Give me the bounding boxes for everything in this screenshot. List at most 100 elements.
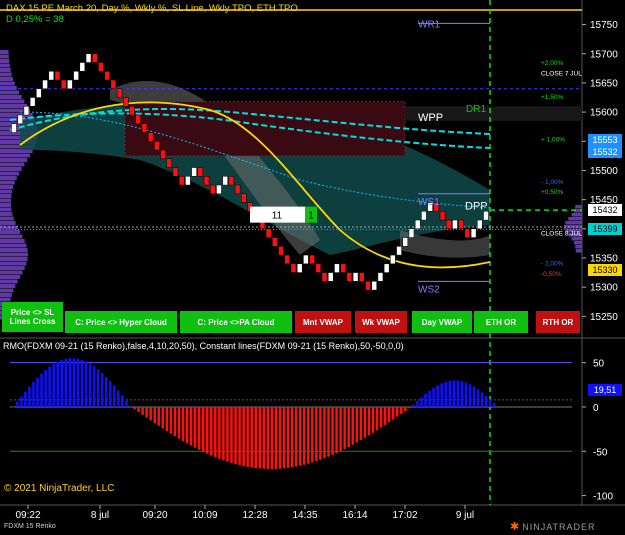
pct-label: CLOSE 8 JUL — [541, 230, 582, 237]
time-axis-label: 17:02 — [392, 510, 417, 521]
profile-bar — [0, 293, 12, 297]
osc-bar — [133, 406, 136, 410]
renko-brick — [216, 184, 222, 195]
osc-bar — [214, 406, 217, 458]
profile-bar — [0, 212, 13, 216]
osc-bar — [56, 361, 59, 407]
price-axis-label: 15750 — [590, 20, 618, 31]
osc-bar — [113, 385, 116, 407]
osc-bar — [36, 377, 39, 407]
profile-bar-right — [575, 249, 582, 253]
indicator-axis-label: 50 — [593, 359, 605, 370]
renko-brick — [334, 263, 340, 273]
osc-bar — [416, 401, 419, 407]
profile-bar — [0, 261, 27, 266]
signal-button-4[interactable]: Mnt VWAP — [295, 311, 351, 333]
renko-brick — [303, 254, 309, 265]
osc-bar — [319, 406, 322, 460]
osc-bar — [161, 406, 165, 429]
price-axis-label: 15650 — [590, 78, 618, 89]
renko-brick — [129, 106, 135, 116]
profile-bar — [0, 63, 10, 68]
chart-window[interactable]: 1575015700156501560015550155001545015400… — [0, 0, 625, 535]
indicator-title: RMO(FDXM 09-21 (15 Renko),false,4,10,20,… — [3, 341, 404, 351]
time-axis-label: 12:28 — [242, 510, 267, 521]
profile-bar — [0, 207, 12, 212]
time-axis-label: 16:14 — [342, 510, 367, 521]
profile-bar — [0, 203, 11, 207]
time-axis-label: 09:20 — [142, 510, 167, 521]
osc-bar — [343, 406, 346, 450]
osc-bar — [484, 395, 488, 407]
osc-bar — [448, 380, 451, 407]
renko-brick — [135, 114, 141, 125]
osc-bar — [412, 404, 415, 407]
profile-bar — [0, 194, 12, 198]
profile-bar — [0, 266, 25, 270]
osc-bar — [347, 406, 350, 447]
osc-bar — [210, 406, 213, 456]
profile-bar — [0, 275, 21, 279]
profile-bar — [0, 279, 18, 284]
renko-brick — [17, 114, 23, 125]
osc-bar — [250, 406, 253, 468]
renko-brick — [123, 97, 129, 107]
renko-brick — [321, 272, 328, 282]
profile-bar — [0, 270, 23, 275]
osc-bar — [432, 387, 435, 407]
renko-brick — [42, 79, 48, 90]
osc-bar — [387, 406, 391, 423]
renko-brick — [278, 246, 284, 256]
signal-button-7[interactable]: ETH OR — [474, 311, 528, 333]
osc-bar — [420, 397, 423, 407]
chart-canvas[interactable]: 1575015700156501560015550155001545015400… — [0, 0, 625, 535]
profile-bar — [0, 234, 23, 239]
osc-bar — [64, 358, 68, 407]
chart-subtitle: D 0,25% = 38 — [6, 14, 64, 25]
osc-bar — [206, 406, 209, 454]
profile-bar — [0, 252, 29, 257]
profile-bar — [0, 90, 20, 95]
renko-brick — [60, 79, 67, 90]
signal-button-2[interactable]: C: Price <> Hyper Cloud — [65, 311, 177, 333]
osc-bar — [404, 406, 407, 412]
signal-button-8[interactable]: RTH OR — [536, 311, 580, 333]
ninjatrader-brand: NINJATRADER — [522, 521, 596, 532]
renko-brick — [445, 219, 452, 230]
osc-bar — [367, 406, 371, 436]
renko-brick — [73, 71, 79, 81]
renko-brick — [178, 176, 185, 186]
price-tag-15399: 15399 — [588, 223, 622, 236]
osc-bar — [246, 406, 249, 467]
signal-button-1[interactable]: Price <> SL Lines Cross — [2, 302, 63, 332]
osc-bar — [408, 406, 411, 409]
osc-bar — [226, 406, 229, 462]
profile-bar-right — [575, 205, 582, 209]
osc-bar — [28, 386, 31, 407]
profile-bar — [0, 248, 28, 252]
profile-bar — [0, 243, 27, 248]
profile-bar — [0, 153, 31, 158]
profile-bar — [0, 180, 15, 185]
signal-button-6[interactable]: Day VWAP — [412, 311, 472, 333]
profile-bar — [0, 288, 14, 293]
time-axis-label: 14:35 — [292, 510, 317, 521]
renko-brick — [147, 132, 154, 142]
osc-bar — [117, 390, 120, 407]
osc-bar — [363, 406, 367, 438]
renko-brick — [241, 193, 247, 203]
renko-brick — [414, 219, 421, 230]
profile-bar — [0, 171, 20, 176]
osc-bar — [371, 406, 375, 433]
osc-bar — [125, 400, 128, 407]
osc-bar — [476, 389, 480, 407]
osc-bar — [242, 406, 245, 467]
signal-button-5[interactable]: Wk VWAP — [355, 311, 407, 333]
osc-bar — [440, 383, 443, 407]
copyright-text: © 2021 NinjaTrader, LLC — [4, 483, 115, 494]
signal-button-3[interactable]: C: Price <>PA Cloud — [180, 311, 292, 333]
indicator-value-tag: 19,51 — [588, 383, 622, 396]
osc-bar — [456, 380, 460, 407]
renko-brick — [54, 71, 61, 81]
ninja-star-icon: ✱ — [510, 521, 521, 533]
